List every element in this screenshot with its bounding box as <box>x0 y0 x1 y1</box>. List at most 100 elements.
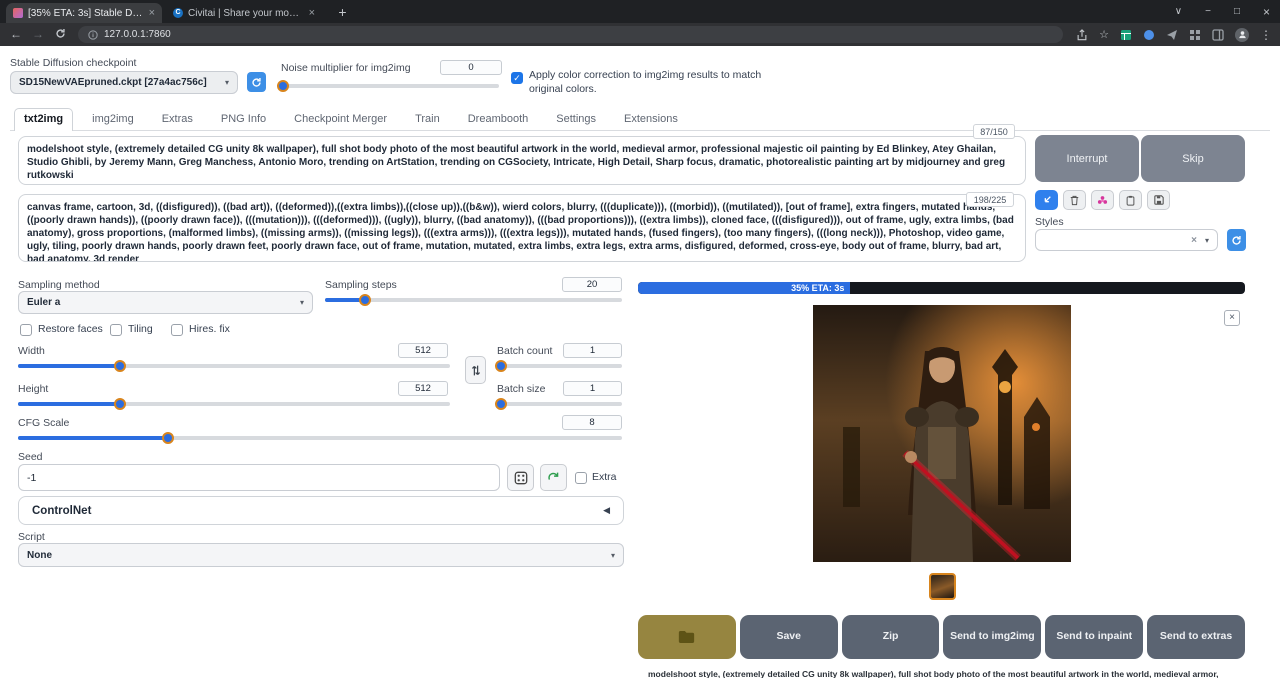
negative-prompt-textarea[interactable]: canvas frame, cartoon, 3d, ((disfigured)… <box>18 194 1026 262</box>
slider-thumb[interactable] <box>495 360 507 372</box>
tab-label: Dreambooth <box>468 113 529 125</box>
stable-diffusion-webui: Stable Diffusion checkpoint SD15NewVAEpr… <box>0 46 1280 678</box>
zip-button[interactable]: Zip <box>842 615 940 659</box>
save-button[interactable]: Save <box>740 615 838 659</box>
tab-dreambooth[interactable]: Dreambooth <box>459 108 538 131</box>
new-tab-button[interactable]: + <box>334 4 351 21</box>
reload-icon[interactable] <box>52 26 68 42</box>
site-info-icon[interactable] <box>88 30 98 40</box>
width-slider[interactable] <box>18 364 450 368</box>
minimize-icon[interactable]: − <box>1205 6 1211 17</box>
browser-tab-stable-diffusion[interactable]: [35% ETA: 3s] Stable Diffusion × <box>6 3 162 23</box>
send-plane-icon[interactable] <box>1166 29 1178 41</box>
height-slider[interactable] <box>18 402 450 406</box>
random-seed-button[interactable] <box>507 464 534 491</box>
tab-close-icon[interactable]: × <box>149 8 155 18</box>
skip-button[interactable]: Skip <box>1141 135 1245 182</box>
batch-count-label: Batch count <box>497 345 552 357</box>
tiling-checkbox[interactable] <box>110 324 122 336</box>
share-icon[interactable] <box>1076 29 1088 41</box>
slider-thumb[interactable] <box>277 80 289 92</box>
batch-size-slider[interactable] <box>497 402 622 406</box>
restore-faces-checkbox[interactable] <box>20 324 32 336</box>
send-to-extras-button[interactable]: Send to extras <box>1147 615 1245 659</box>
back-icon[interactable]: ← <box>8 26 24 42</box>
refresh-styles-button[interactable] <box>1227 229 1246 251</box>
close-preview-icon[interactable]: × <box>1224 310 1240 326</box>
bookmark-star-icon[interactable]: ☆ <box>1099 28 1109 41</box>
sampling-steps-slider[interactable] <box>325 298 622 302</box>
reuse-seed-button[interactable] <box>540 464 567 491</box>
tab-checkpoint-merger[interactable]: Checkpoint Merger <box>285 108 396 131</box>
open-folder-button[interactable] <box>638 615 736 659</box>
slider-thumb[interactable] <box>114 398 126 410</box>
slider-thumb[interactable] <box>359 294 371 306</box>
send-to-inpaint-button[interactable]: Send to inpaint <box>1045 615 1143 659</box>
tab-txt2img[interactable]: txt2img <box>14 108 73 131</box>
sampling-steps-value[interactable]: 20 <box>562 277 622 292</box>
batch-size-label: Batch size <box>497 383 545 395</box>
interrupt-button[interactable]: Interrupt <box>1035 135 1139 182</box>
url-text: 127.0.0.1:7860 <box>104 29 171 40</box>
seed-input[interactable] <box>18 464 500 491</box>
cfg-scale-slider[interactable] <box>18 436 622 440</box>
sampling-method-dropdown[interactable]: Euler a ▾ <box>18 291 313 314</box>
stable-diffusion-favicon <box>13 8 23 18</box>
tab-search-chevron-icon[interactable]: ∨ <box>1175 6 1182 17</box>
extra-seed-checkbox[interactable] <box>575 472 587 484</box>
width-value[interactable]: 512 <box>398 343 448 358</box>
cfg-scale-value[interactable]: 8 <box>562 415 622 430</box>
tab-img2img[interactable]: img2img <box>83 108 143 131</box>
gallery-thumbnail[interactable] <box>929 573 956 600</box>
height-value[interactable]: 512 <box>398 381 448 396</box>
tab-settings[interactable]: Settings <box>547 108 605 131</box>
tab-title: Civitai | Share your models <box>188 8 304 19</box>
menu-kebab-icon[interactable]: ⋮ <box>1260 28 1272 42</box>
generated-image-preview[interactable] <box>813 305 1071 562</box>
forward-icon[interactable]: → <box>30 26 46 42</box>
sheets-table-icon[interactable] <box>1120 29 1132 41</box>
tab-label: img2img <box>92 113 134 125</box>
extra-networks-button[interactable] <box>1091 190 1114 210</box>
color-correction-checkbox[interactable]: ✓ <box>511 72 523 84</box>
slider-thumb[interactable] <box>495 398 507 410</box>
tab-train[interactable]: Train <box>406 108 449 131</box>
floppy-disk-icon <box>1154 195 1164 205</box>
slider-thumb[interactable] <box>162 432 174 444</box>
refresh-checkpoints-button[interactable] <box>247 72 266 92</box>
tab-close-icon[interactable]: × <box>309 8 315 18</box>
send-to-img2img-button[interactable]: Send to img2img <box>943 615 1041 659</box>
batch-size-value[interactable]: 1 <box>563 381 622 396</box>
controlnet-accordion[interactable]: ControlNet ◀ <box>18 496 624 525</box>
slider-thumb[interactable] <box>114 360 126 372</box>
close-window-icon[interactable]: × <box>1263 5 1270 19</box>
tab-png-info[interactable]: PNG Info <box>212 108 275 131</box>
tab-extensions[interactable]: Extensions <box>615 108 687 131</box>
batch-count-slider[interactable] <box>497 364 622 368</box>
tab-extras[interactable]: Extras <box>153 108 202 131</box>
script-value: None <box>27 550 52 561</box>
apply-styles-button[interactable] <box>1119 190 1142 210</box>
checkpoint-dropdown[interactable]: SD15NewVAEpruned.ckpt [27a4ac756c] ▾ <box>10 71 238 94</box>
paste-generation-params-button[interactable] <box>1035 190 1058 210</box>
reading-list-icon[interactable] <box>1212 29 1224 41</box>
address-bar[interactable]: 127.0.0.1:7860 <box>78 26 1063 43</box>
profile-dot-icon[interactable] <box>1143 29 1155 41</box>
save-style-button[interactable] <box>1147 190 1170 210</box>
browser-tab-civitai[interactable]: C Civitai | Share your models × <box>166 3 322 23</box>
prompt-textarea[interactable]: modelshoot style, (extremely detailed CG… <box>18 136 1026 185</box>
clipboard-icon <box>1126 195 1135 206</box>
batch-count-value[interactable]: 1 <box>563 343 622 358</box>
script-dropdown[interactable]: None ▾ <box>18 543 624 567</box>
profile-avatar[interactable] <box>1235 28 1249 42</box>
noise-multiplier-slider[interactable] <box>281 84 499 88</box>
maximize-icon[interactable]: □ <box>1234 6 1240 17</box>
clear-prompt-button[interactable] <box>1063 190 1086 210</box>
hires-fix-checkbox[interactable] <box>171 324 183 336</box>
clear-styles-icon[interactable]: × <box>1191 235 1197 246</box>
swap-width-height-button[interactable] <box>465 356 486 384</box>
noise-multiplier-value[interactable]: 0 <box>440 60 502 75</box>
apps-grid-icon[interactable] <box>1189 29 1201 41</box>
tab-label: Train <box>415 113 440 125</box>
styles-dropdown[interactable]: × ▾ <box>1035 229 1218 251</box>
